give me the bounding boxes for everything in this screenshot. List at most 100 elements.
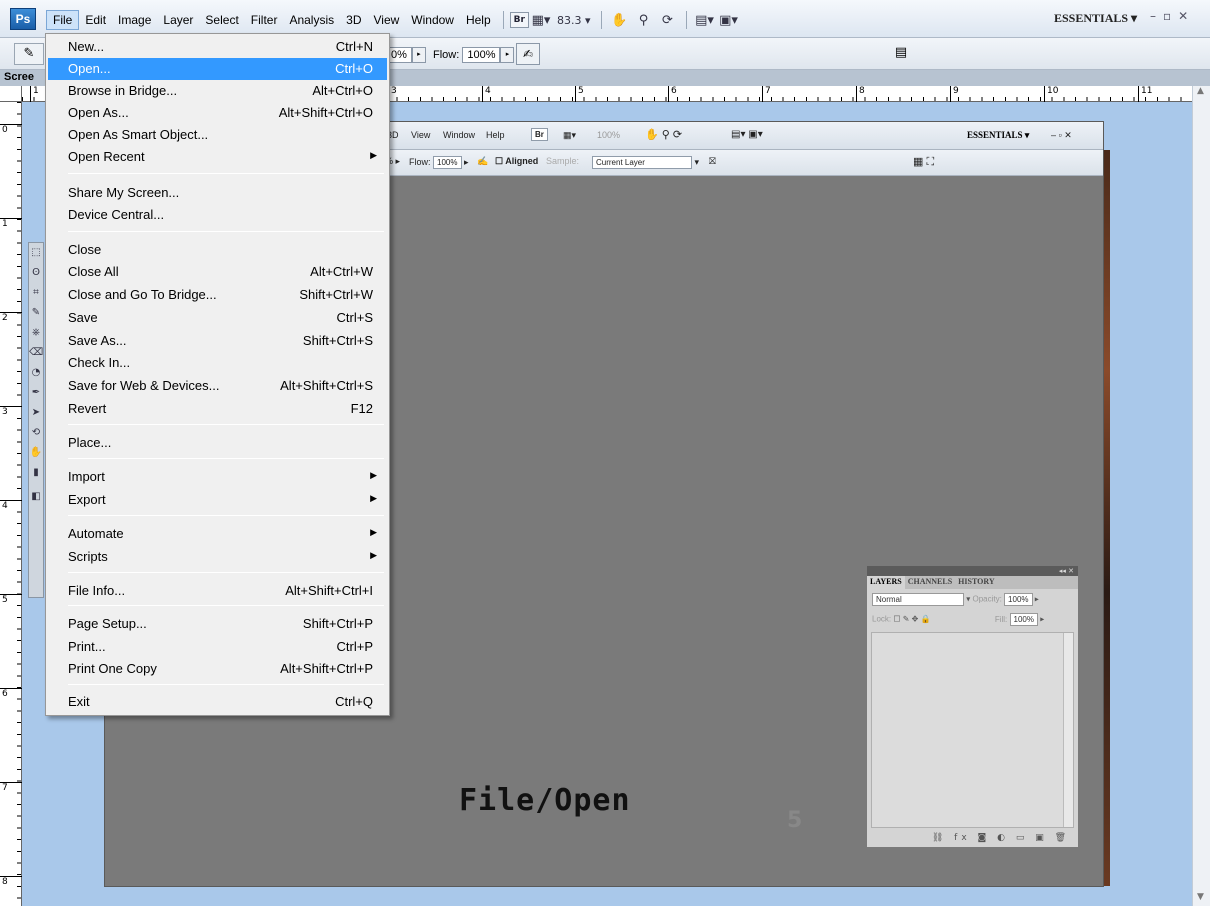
menu-item-share-my-screen[interactable]: Share My Screen... — [48, 182, 387, 204]
menu-item-open-as-smart-object[interactable]: Open As Smart Object... — [48, 124, 387, 146]
photoshop-logo: Ps — [10, 8, 36, 30]
menu-item-close-and-go-to-bridge[interactable]: Close and Go To Bridge... Shift+Ctrl+W — [48, 284, 387, 306]
ruler-number: 11 — [1138, 86, 1152, 102]
menu-item-shortcut: Alt+Shift+Ctrl+S — [280, 378, 373, 393]
menu-filter[interactable]: Filter — [245, 10, 284, 30]
image-layers-collapse-icon: ◂◂ ✕ — [867, 566, 1078, 576]
menu-item-shortcut: Shift+Ctrl+S — [302, 333, 373, 348]
opacity-arrow-icon[interactable]: ▸ — [411, 47, 426, 63]
menu-item-revert[interactable]: Revert F12 — [48, 398, 387, 420]
menu-item-open-as[interactable]: Open As... Alt+Shift+Ctrl+O — [48, 102, 387, 124]
image-layers-scrollbar — [1063, 633, 1073, 827]
ruler-number: 7 — [0, 782, 22, 793]
menu-item-close-all[interactable]: Close All Alt+Ctrl+W — [48, 261, 387, 283]
menu-item-check-in[interactable]: Check In... — [48, 352, 387, 374]
ruler-number: 4 — [0, 500, 22, 511]
color-swatch-icon: ▮ — [33, 467, 39, 478]
screen-mode-icon[interactable]: ▣▾ — [717, 10, 741, 30]
flow-arrow-icon[interactable]: ▸ — [500, 47, 515, 63]
menu-item-save-as[interactable]: Save As... Shift+Ctrl+S — [48, 330, 387, 352]
brush-panel-toggle-icon[interactable]: ▤ — [890, 45, 912, 63]
menu-item-open-recent[interactable]: Open Recent ▶ — [48, 146, 387, 168]
menu-file[interactable]: File — [46, 10, 80, 30]
ruler-number: 1 — [0, 218, 22, 229]
faint-digit: 5 — [787, 808, 803, 833]
menu-item-label: Device Central... — [68, 207, 165, 222]
menu-item-browse-in-bridge[interactable]: Browse in Bridge... Alt+Ctrl+O — [48, 80, 387, 102]
menu-item-import[interactable]: Import ▶ — [48, 466, 387, 488]
menu-item-label: Automate — [68, 526, 124, 541]
flow-label: Flow: — [433, 49, 460, 61]
menu-separator — [68, 684, 384, 685]
menu-item-save-for-web[interactable]: Save for Web & Devices... Alt+Shift+Ctrl+… — [48, 375, 387, 397]
menu-item-shortcut: Ctrl+Q — [335, 694, 373, 709]
rotate-view-icon[interactable]: ⟳ — [656, 10, 680, 30]
image-layers-tabs: LAYERS CHANNELS HISTORY — [867, 576, 1078, 589]
menu-item-exit[interactable]: Exit Ctrl+Q — [48, 691, 387, 713]
menu-item-file-info[interactable]: File Info... Alt+Shift+Ctrl+I — [48, 580, 387, 602]
image-workspace-text: ESSENTIALS — [967, 130, 1023, 140]
menu-edit[interactable]: Edit — [79, 10, 112, 30]
menu-image[interactable]: Image — [112, 10, 157, 30]
zoom-value: 83.3 — [556, 13, 582, 27]
vertical-ruler[interactable]: 0 1 2 3 4 5 6 7 8 — [0, 102, 22, 906]
scroll-down-icon[interactable]: ▼ — [1197, 892, 1204, 902]
menu-item-shortcut: F12 — [350, 401, 373, 416]
menu-item-save[interactable]: Save Ctrl+S — [48, 307, 387, 329]
image-flow-field: 100% — [433, 156, 462, 169]
document-tab-label: Scree — [4, 71, 34, 83]
menu-item-export[interactable]: Export ▶ — [48, 489, 387, 511]
image-sample-select: Current Layer — [592, 156, 692, 169]
menu-item-label: Import — [68, 469, 105, 484]
image-lock-icons: ☐ ✎ ✥ 🔒 — [893, 614, 931, 624]
menu-item-place[interactable]: Place... — [48, 432, 387, 454]
menu-window[interactable]: Window — [405, 10, 460, 30]
airbrush-icon[interactable]: ✍ — [516, 43, 540, 65]
ruler-number: 6 — [668, 86, 677, 102]
menu-item-automate[interactable]: Automate ▶ — [48, 523, 387, 545]
separator — [600, 11, 602, 29]
zoom-tool-icon[interactable]: ⚲ — [632, 10, 656, 30]
menu-item-print-one-copy[interactable]: Print One Copy Alt+Shift+Ctrl+P — [48, 658, 387, 680]
image-bridge-button: Br — [531, 128, 548, 141]
ruler-number: 2 — [0, 312, 22, 323]
menu-item-new[interactable]: New... Ctrl+N — [48, 36, 387, 58]
menu-separator — [68, 605, 384, 606]
menu-item-label: Save As... — [68, 333, 127, 348]
zoom-level[interactable]: 83.3 ▾ — [553, 14, 595, 27]
menu-item-open[interactable]: Open... Ctrl+O — [48, 58, 387, 80]
hand-tool-icon[interactable]: ✋ — [608, 10, 632, 30]
menu-help[interactable]: Help — [460, 10, 497, 30]
menu-item-scripts[interactable]: Scripts ▶ — [48, 546, 387, 568]
menu-item-label: Close — [68, 242, 102, 257]
image-view-tools-icon: ✋ ⚲ ⟳ — [645, 129, 683, 141]
opacity-control[interactable]: 0% ▸ — [386, 47, 426, 63]
menu-item-device-central[interactable]: Device Central... — [48, 204, 387, 226]
menu-item-label: Open Recent — [68, 149, 145, 164]
menu-item-label: Place... — [68, 435, 112, 450]
scroll-up-icon[interactable]: ▲ — [1197, 86, 1204, 96]
menu-separator — [68, 231, 384, 232]
image-sample-label: Sample: — [546, 156, 580, 166]
bridge-button[interactable]: Br — [509, 12, 529, 28]
workspace-switcher[interactable]: ESSENTIALS ▾ — [1054, 11, 1137, 26]
menu-layer[interactable]: Layer — [157, 10, 199, 30]
vertical-scrollbar[interactable]: ▲ ▼ — [1192, 86, 1210, 906]
ruler-origin[interactable] — [0, 86, 22, 102]
image-tools-panel: ⬚ ʘ ⌗ ✎ ⎈ ⌫ ◔ ✒ ➤ ⟲ ✋ ▮ ◧ — [28, 242, 44, 598]
menu-analysis[interactable]: Analysis — [283, 10, 340, 30]
menu-3d[interactable]: 3D — [340, 10, 367, 30]
window-controls[interactable]: –▫✕ — [1150, 9, 1195, 23]
menu-view[interactable]: View — [367, 10, 405, 30]
menu-item-print[interactable]: Print... Ctrl+P — [48, 636, 387, 658]
menu-item-page-setup[interactable]: Page Setup... Shift+Ctrl+P — [48, 613, 387, 635]
arrange-documents-icon[interactable]: ▤▾ — [693, 10, 717, 30]
eraser-tool-icon: ⌫ — [29, 347, 44, 358]
menu-select[interactable]: Select — [199, 10, 244, 30]
image-panel-toggle-icon: ▦ ⛶ — [913, 156, 935, 168]
flow-field[interactable]: 100% — [462, 47, 501, 63]
brush-preset-icon[interactable]: ✎ — [14, 43, 44, 65]
mini-bridge-icon[interactable]: ▦▾ — [529, 10, 553, 30]
menu-item-close[interactable]: Close — [48, 239, 387, 261]
blur-tool-icon: ◔ — [31, 367, 41, 378]
